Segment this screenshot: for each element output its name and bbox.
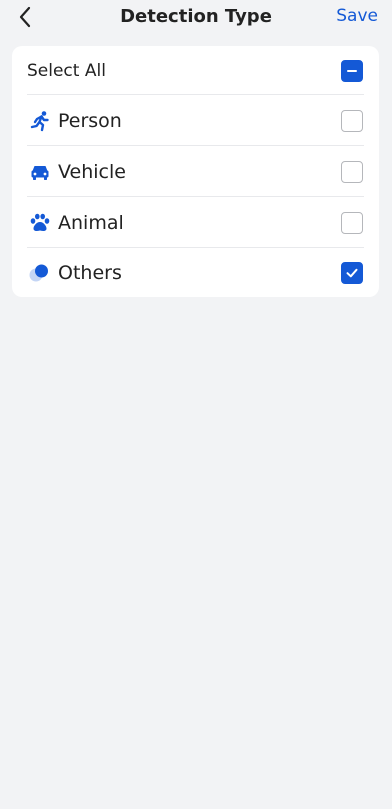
- running-person-icon: [28, 109, 52, 133]
- person-checkbox[interactable]: [341, 109, 363, 132]
- select-all-checkbox[interactable]: [341, 59, 363, 82]
- page-title: Detection Type: [120, 6, 272, 27]
- others-checkbox[interactable]: [341, 261, 363, 284]
- circles-icon: [28, 261, 52, 285]
- option-label: Vehicle: [58, 160, 126, 183]
- detection-type-list: Select All Person Vehicle Animal Others: [12, 46, 379, 297]
- option-animal[interactable]: Animal: [12, 197, 379, 248]
- select-all-label: Select All: [27, 60, 106, 81]
- vehicle-checkbox[interactable]: [341, 160, 363, 183]
- select-all-row[interactable]: Select All: [12, 46, 379, 95]
- option-label: Animal: [58, 211, 124, 234]
- animal-checkbox[interactable]: [341, 211, 363, 234]
- header: Detection Type Save: [0, 0, 392, 36]
- option-others[interactable]: Others: [12, 248, 379, 297]
- car-icon: [28, 160, 52, 184]
- paw-icon: [28, 211, 52, 235]
- option-label: Others: [58, 261, 122, 284]
- option-label: Person: [58, 109, 122, 132]
- option-vehicle[interactable]: Vehicle: [12, 146, 379, 197]
- option-person[interactable]: Person: [12, 95, 379, 146]
- save-button[interactable]: Save: [336, 6, 378, 26]
- checkmark-icon: [346, 268, 358, 277]
- minus-icon: [347, 69, 357, 72]
